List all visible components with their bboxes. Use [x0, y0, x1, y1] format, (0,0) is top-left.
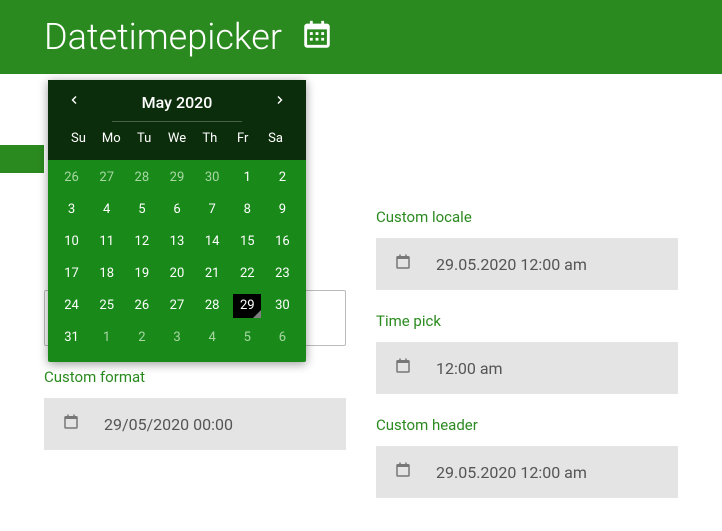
- next-month-button[interactable]: [268, 88, 292, 116]
- right-column: Custom locale 29.05.2020 12:00 am Time p…: [376, 101, 678, 520]
- dow-label: Su: [62, 131, 95, 146]
- calendar-day[interactable]: 31: [58, 326, 86, 350]
- calendar-day[interactable]: 30: [198, 166, 226, 190]
- calendar-day[interactable]: 26: [128, 294, 156, 318]
- calendar-day[interactable]: 11: [93, 230, 121, 254]
- calendar-icon: [394, 253, 412, 275]
- calendar-day[interactable]: 23: [268, 262, 296, 286]
- input-value: 29.05.2020 12:00 am: [436, 463, 587, 482]
- calendar-day[interactable]: 1: [233, 166, 261, 190]
- calendar-day[interactable]: 10: [58, 230, 86, 254]
- calendar-day[interactable]: 15: [233, 230, 261, 254]
- calendar-day[interactable]: 20: [163, 262, 191, 286]
- page-title: Datetimepicker: [44, 16, 282, 58]
- month-label[interactable]: May 2020: [142, 93, 213, 112]
- field-label: Custom format: [44, 368, 346, 386]
- accent-bar: [0, 145, 44, 173]
- calendar-popup: May 2020 SuMoTuWeThFrSa 2627282930123456…: [48, 80, 306, 362]
- app-header: Datetimepicker: [0, 0, 722, 74]
- calendar-day[interactable]: 17: [58, 262, 86, 286]
- calendar-day[interactable]: 27: [163, 294, 191, 318]
- calendar-day[interactable]: 19: [128, 262, 156, 286]
- calendar-day[interactable]: 13: [163, 230, 191, 254]
- calendar-day[interactable]: 1: [93, 326, 121, 350]
- calendar-day[interactable]: 2: [128, 326, 156, 350]
- custom-locale-group: Custom locale 29.05.2020 12:00 am: [376, 208, 678, 290]
- calendar-day[interactable]: 22: [233, 262, 261, 286]
- calendar-day[interactable]: 29: [163, 166, 191, 190]
- dow-label: Th: [193, 131, 226, 146]
- custom-format-group: Custom format 29/05/2020 00:00: [44, 368, 346, 450]
- calendar-day[interactable]: 9: [268, 198, 296, 222]
- calendar-day[interactable]: 5: [233, 326, 261, 350]
- field-label: Custom locale: [376, 208, 678, 226]
- calendar-day[interactable]: 8: [233, 198, 261, 222]
- calendar-day[interactable]: 18: [93, 262, 121, 286]
- calendar-day[interactable]: 3: [163, 326, 191, 350]
- input-value: 12:00 am: [436, 359, 503, 378]
- calendar-day[interactable]: 28: [128, 166, 156, 190]
- custom-header-input[interactable]: 29.05.2020 12:00 am: [376, 446, 678, 498]
- dow-label: Sa: [259, 131, 292, 146]
- calendar-day[interactable]: 28: [198, 294, 226, 318]
- calendar-day[interactable]: 4: [198, 326, 226, 350]
- calendar-day[interactable]: 14: [198, 230, 226, 254]
- calendar-icon: [394, 357, 412, 379]
- calendar-grid: 2627282930123456789101112131415161718192…: [48, 160, 306, 362]
- day-of-week-row: SuMoTuWeThFrSa: [62, 122, 292, 154]
- calendar-day[interactable]: 6: [163, 198, 191, 222]
- dow-label: Mo: [95, 131, 128, 146]
- calendar-day[interactable]: 21: [198, 262, 226, 286]
- dow-label: Tu: [128, 131, 161, 146]
- calendar-day[interactable]: 12: [128, 230, 156, 254]
- calendar-day[interactable]: 27: [93, 166, 121, 190]
- prev-month-button[interactable]: [62, 88, 86, 116]
- input-value: 29/05/2020 00:00: [104, 415, 233, 434]
- calendar-icon: [394, 461, 412, 483]
- calendar-day[interactable]: 29: [233, 294, 261, 318]
- field-label: Time pick: [376, 312, 678, 330]
- calendar-day[interactable]: 6: [268, 326, 296, 350]
- dow-label: Fr: [226, 131, 259, 146]
- calendar-day[interactable]: 30: [268, 294, 296, 318]
- dow-label: We: [161, 131, 194, 146]
- time-pick-input[interactable]: 12:00 am: [376, 342, 678, 394]
- calendar-day[interactable]: 7: [198, 198, 226, 222]
- calendar-day[interactable]: 5: [128, 198, 156, 222]
- calendar-day[interactable]: 2: [268, 166, 296, 190]
- custom-header-group: Custom header 29.05.2020 12:00 am: [376, 416, 678, 498]
- calendar-day[interactable]: 26: [58, 166, 86, 190]
- calendar-day[interactable]: 25: [93, 294, 121, 318]
- custom-format-input[interactable]: 29/05/2020 00:00: [44, 398, 346, 450]
- calendar-day[interactable]: 24: [58, 294, 86, 318]
- calendar-header: May 2020 SuMoTuWeThFrSa: [48, 80, 306, 160]
- calendar-icon: [62, 413, 80, 435]
- field-label: Custom header: [376, 416, 678, 434]
- custom-locale-input[interactable]: 29.05.2020 12:00 am: [376, 238, 678, 290]
- popup-pointer: [74, 354, 90, 370]
- calendar-icon: [300, 18, 334, 56]
- time-pick-group: Time pick 12:00 am: [376, 312, 678, 394]
- calendar-day[interactable]: 3: [58, 198, 86, 222]
- calendar-day[interactable]: 16: [268, 230, 296, 254]
- calendar-day[interactable]: 4: [93, 198, 121, 222]
- input-value: 29.05.2020 12:00 am: [436, 255, 587, 274]
